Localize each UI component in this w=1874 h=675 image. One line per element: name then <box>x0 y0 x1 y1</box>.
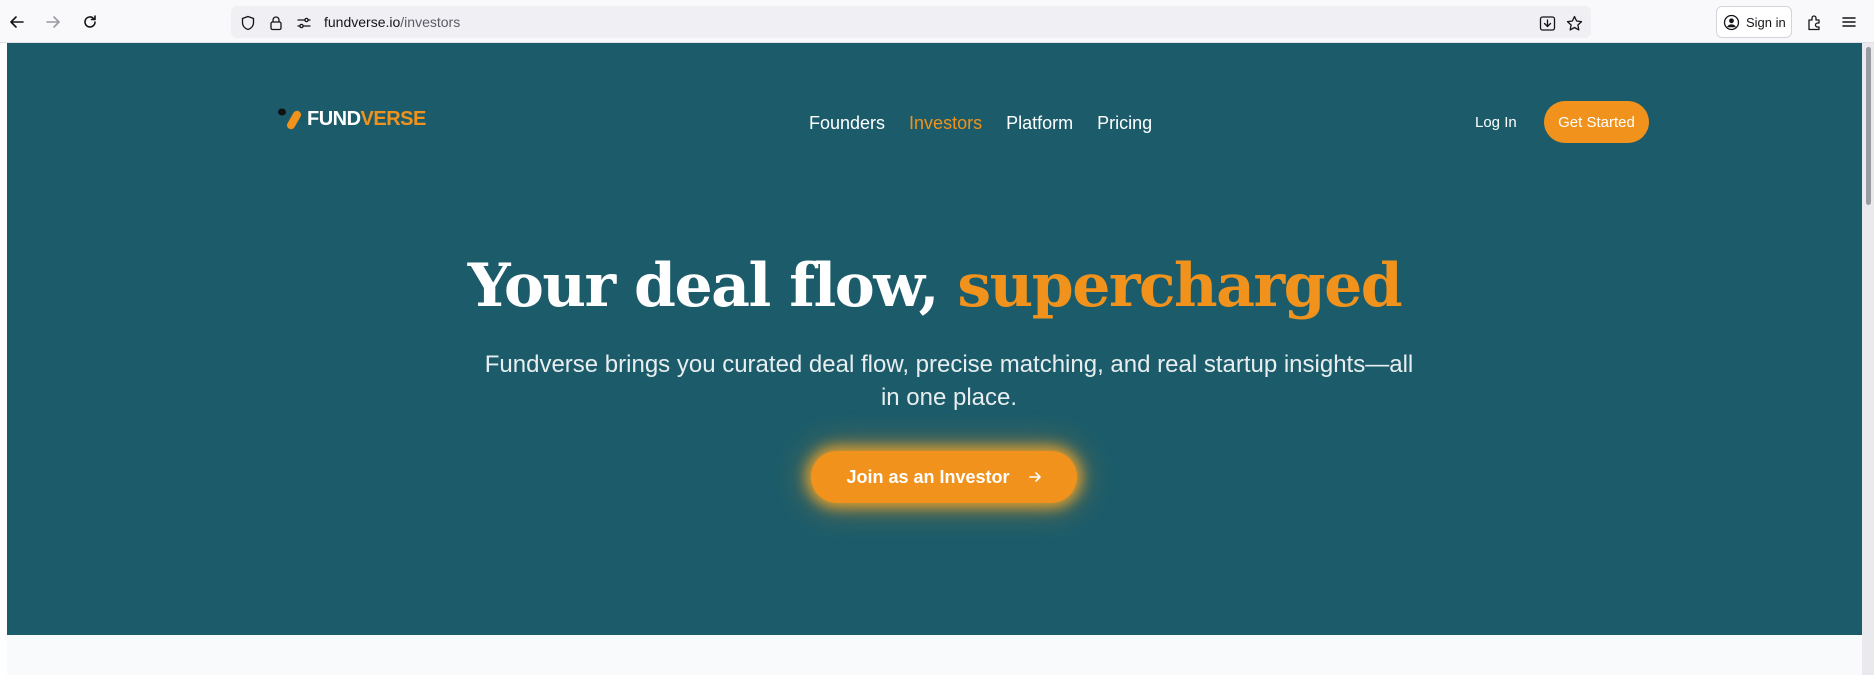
arrow-right-icon <box>1028 472 1041 482</box>
back-icon <box>10 16 24 28</box>
url-text[interactable]: fundverse.io/investors <box>324 14 460 30</box>
save-page-icon[interactable] <box>1538 14 1556 32</box>
get-started-label: Get Started <box>1558 113 1635 131</box>
permissions-icon[interactable] <box>295 14 313 32</box>
extensions-button[interactable] <box>1801 9 1827 35</box>
nav-founders[interactable]: Founders <box>809 113 885 134</box>
hero-subtitle: Fundverse brings you curated deal flow, … <box>484 351 1414 411</box>
lock-icon[interactable] <box>267 14 285 32</box>
login-link[interactable]: Log In <box>1475 114 1517 131</box>
hero-section: FUNDVERSE Founders Investors Platform Pr… <box>7 43 1862 635</box>
url-bar[interactable]: fundverse.io/investors <box>231 6 1591 38</box>
page-scrollbar[interactable] <box>1862 43 1874 675</box>
logo-wordmark: FUNDVERSE <box>307 108 426 131</box>
logo-mark-icon <box>278 108 301 130</box>
main-nav: Founders Investors Platform Pricing <box>809 113 1152 134</box>
get-started-button[interactable]: Get Started <box>1544 101 1649 143</box>
menu-icon <box>1842 17 1856 27</box>
sign-in-button[interactable]: Sign in <box>1716 6 1792 38</box>
bookmark-star-icon[interactable] <box>1565 14 1583 32</box>
reload-button[interactable] <box>77 9 103 35</box>
page-viewport: FUNDVERSE Founders Investors Platform Pr… <box>7 43 1874 675</box>
forward-button[interactable] <box>40 9 66 35</box>
url-domain: fundverse.io <box>324 14 401 30</box>
back-button[interactable] <box>4 9 30 35</box>
nav-investors[interactable]: Investors <box>909 113 982 134</box>
hero-title: Your deal flow, supercharged <box>7 251 1862 321</box>
hero-title-accent: supercharged <box>957 251 1402 321</box>
extensions-icon <box>1807 14 1820 30</box>
sign-in-label: Sign in <box>1746 14 1786 30</box>
nav-pricing[interactable]: Pricing <box>1097 113 1152 134</box>
hero-title-main: Your deal flow, <box>467 251 958 321</box>
url-path: /investors <box>400 14 461 30</box>
logo-part-fund: FUND <box>307 107 361 130</box>
account-icon <box>1723 14 1740 30</box>
nav-platform[interactable]: Platform <box>1006 113 1073 134</box>
forward-icon <box>46 16 60 28</box>
browser-toolbar: fundverse.io/investors Sign in <box>0 0 1874 43</box>
logo-part-verse: VERSE <box>360 107 427 130</box>
join-investor-button[interactable]: Join as an Investor <box>811 451 1077 503</box>
shield-icon[interactable] <box>239 14 257 32</box>
scrollbar-thumb[interactable] <box>1866 47 1871 205</box>
reload-icon <box>84 15 96 28</box>
fundverse-logo[interactable]: FUNDVERSE <box>277 107 426 131</box>
menu-button[interactable] <box>1836 9 1862 35</box>
join-investor-label: Join as an Investor <box>846 466 1010 487</box>
